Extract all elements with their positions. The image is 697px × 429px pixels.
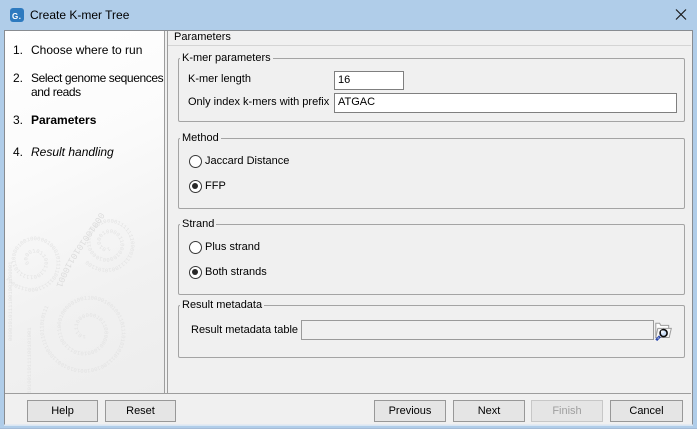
svg-text:0001001010110001: 0001001010110001 [54,210,106,288]
